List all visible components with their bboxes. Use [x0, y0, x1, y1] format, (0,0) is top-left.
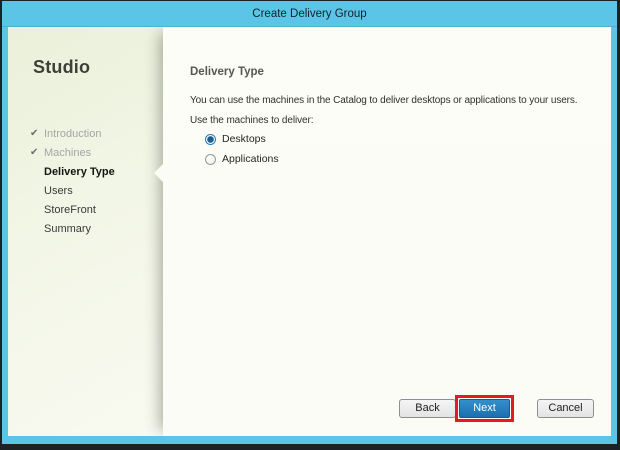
step-label: Machines	[44, 147, 91, 159]
step-summary[interactable]: ✔ Summary	[30, 219, 159, 238]
step-delivery-type[interactable]: ✔ Delivery Type	[30, 162, 159, 181]
step-storefront[interactable]: ✔ StoreFront	[30, 200, 159, 219]
step-label: Summary	[44, 223, 91, 235]
check-icon: ✔	[30, 148, 44, 158]
radio-icon	[205, 134, 216, 145]
screen: Create Delivery Group Studio ✔ Introduct…	[0, 0, 620, 450]
window-title: Create Delivery Group	[252, 8, 366, 20]
step-users[interactable]: ✔ Users	[30, 181, 159, 200]
step-label: Introduction	[44, 128, 101, 140]
wizard-body: Studio ✔ Introduction ✔ Machines ✔ Deliv…	[8, 27, 611, 436]
page-title: Delivery Type	[190, 66, 264, 78]
back-button[interactable]: Back	[399, 399, 456, 418]
create-delivery-group-window: Create Delivery Group Studio ✔ Introduct…	[2, 1, 617, 444]
step-label: StoreFront	[44, 204, 96, 216]
wizard-content-panel: Delivery Type You can use the machines i…	[163, 27, 611, 436]
radio-option-desktops[interactable]: Desktops	[205, 131, 279, 147]
wizard-step-list: ✔ Introduction ✔ Machines ✔ Delivery Typ…	[30, 124, 159, 238]
radio-label: Applications	[222, 153, 279, 165]
check-icon: ✔	[30, 129, 44, 139]
cancel-button[interactable]: Cancel	[537, 399, 594, 418]
next-button-highlight: Next	[455, 395, 514, 422]
step-machines[interactable]: ✔ Machines	[30, 143, 159, 162]
radio-option-applications[interactable]: Applications	[205, 151, 279, 167]
window-titlebar[interactable]: Create Delivery Group	[2, 1, 617, 27]
next-button[interactable]: Next	[459, 399, 510, 418]
radio-label: Desktops	[222, 133, 266, 145]
studio-brand: Studio	[33, 57, 90, 78]
step-label: Users	[44, 185, 73, 197]
current-step-pointer	[154, 164, 163, 182]
wizard-sidebar: Studio ✔ Introduction ✔ Machines ✔ Deliv…	[8, 27, 163, 436]
step-introduction[interactable]: ✔ Introduction	[30, 124, 159, 143]
description-text: You can use the machines in the Catalog …	[190, 95, 577, 106]
delivery-options: Desktops Applications	[205, 131, 279, 171]
radio-icon	[205, 154, 216, 165]
prompt-text: Use the machines to deliver:	[190, 115, 313, 126]
step-label: Delivery Type	[44, 166, 115, 178]
